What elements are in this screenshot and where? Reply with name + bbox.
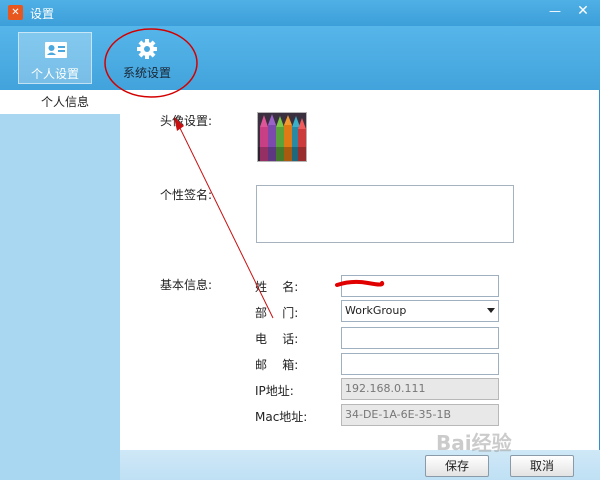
chevron-down-icon[interactable]: [487, 308, 495, 313]
mac-address-label: Mac地址:: [255, 410, 308, 424]
sidebar: 个人信息: [0, 90, 120, 480]
tab-personal-settings-label: 个人设置: [30, 67, 79, 81]
department-select-value: WorkGroup: [345, 304, 407, 317]
signature-label: 个性签名:: [160, 188, 213, 202]
avatar[interactable]: [257, 112, 307, 162]
title-bar: ✕ 设置 — ✕: [0, 0, 600, 26]
tab-system-settings-label: 系统设置: [122, 66, 171, 80]
signature-textarea[interactable]: [256, 185, 514, 243]
gear-icon: [137, 39, 157, 59]
name-field[interactable]: [341, 275, 499, 297]
mac-address-field: 34-DE-1A-6E-35-1B: [341, 404, 499, 426]
watermark: Bai经验: [436, 431, 512, 455]
ip-address-field: 192.168.0.111: [341, 378, 499, 400]
minimize-icon[interactable]: —: [542, 2, 568, 22]
avatar-label: 头像设置:: [160, 114, 213, 128]
email-label: 邮 箱:: [255, 358, 299, 372]
sidebar-item-label: 个人信息: [40, 95, 89, 109]
app-logo-icon: ✕: [8, 5, 23, 20]
ip-address-label: IP地址:: [255, 384, 294, 398]
id-card-icon: [45, 42, 67, 58]
window-title: 设置: [30, 7, 55, 21]
email-field[interactable]: [341, 353, 499, 375]
tab-personal-settings[interactable]: 个人设置: [18, 32, 92, 84]
department-label: 部 门:: [255, 306, 299, 320]
sidebar-item-personal-info[interactable]: 个人信息: [0, 90, 120, 114]
close-icon[interactable]: ✕: [570, 2, 596, 22]
phone-field[interactable]: [341, 327, 499, 349]
phone-label: 电 话:: [255, 332, 299, 346]
toolbar: 个人设置 系统设置: [0, 26, 600, 90]
tab-system-settings[interactable]: 系统设置: [110, 32, 184, 84]
name-label: 姓 名:: [255, 280, 299, 294]
save-button[interactable]: 保存: [425, 455, 489, 477]
basic-info-label: 基本信息:: [160, 278, 213, 292]
department-select[interactable]: WorkGroup: [341, 300, 499, 322]
crayons-avatar-image: [258, 113, 306, 161]
cancel-button[interactable]: 取消: [510, 455, 574, 477]
